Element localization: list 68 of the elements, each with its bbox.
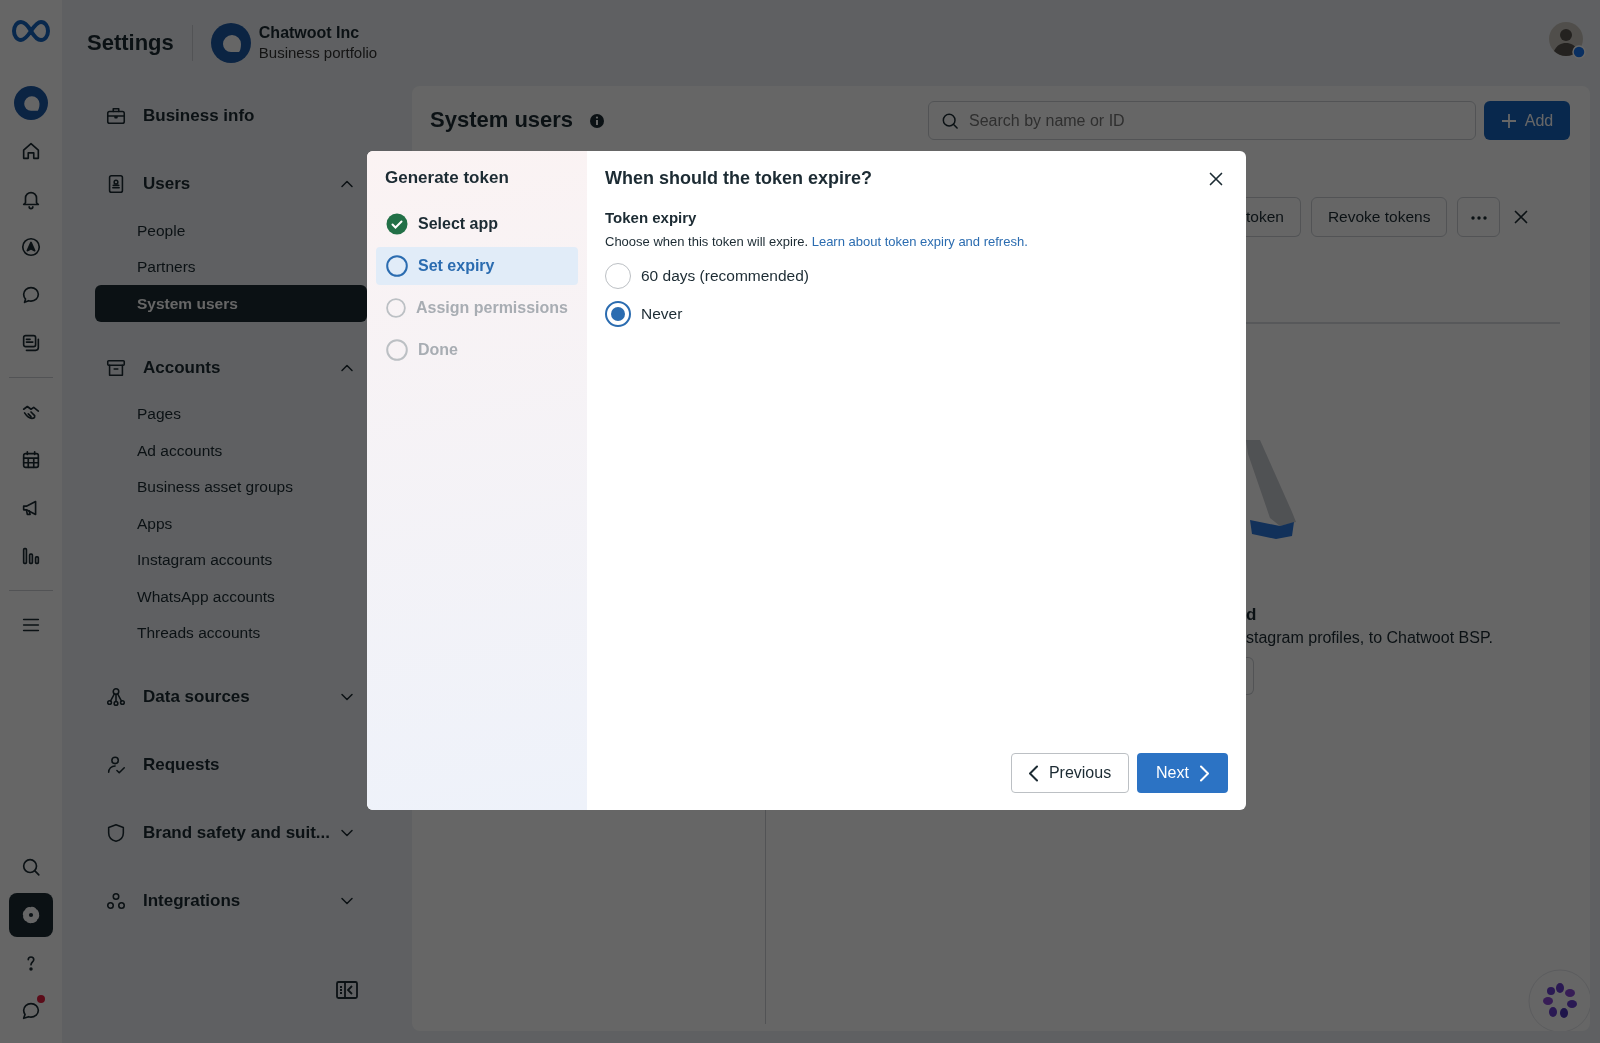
business-logo — [210, 23, 251, 63]
step-item[interactable]: Select app — [376, 205, 578, 243]
sidebar-section[interactable]: Requests — [95, 743, 367, 787]
business-name: Chatwoot Inc — [258, 23, 361, 43]
previous-button[interactable]: Previous — [1011, 753, 1129, 793]
field-description: Choose when this token will expire. Learn about token expiry and refresh. — [605, 232, 1029, 251]
sidebar-section[interactable]: Brand safety and suit... — [95, 811, 367, 855]
sidebar-item[interactable]: Instagram accounts — [95, 541, 367, 578]
option-label: Never — [641, 304, 683, 325]
step-item[interactable]: Done — [376, 331, 578, 369]
step-circle-icon — [386, 339, 408, 361]
settings-icon — [20, 904, 42, 926]
compass-icon — [20, 235, 42, 258]
chevron-right-icon — [1198, 764, 1209, 782]
section-title: System users — [430, 107, 574, 134]
step-item[interactable]: Set expiry — [376, 247, 578, 285]
empty-state-heading: d — [1246, 605, 1258, 625]
sidebar-item[interactable]: Threads accounts — [95, 614, 367, 651]
briefcase-icon — [105, 105, 127, 127]
person-check-icon — [105, 754, 127, 776]
check-circle-icon — [386, 213, 408, 235]
shield-icon — [105, 822, 127, 844]
dialog-heading: When should the token expire? — [605, 168, 873, 190]
sidebar-item[interactable]: People — [95, 212, 367, 249]
search-icon — [20, 856, 42, 878]
sidebar-section[interactable]: Data sources — [95, 675, 367, 719]
radio-button[interactable] — [605, 301, 631, 327]
business-subtitle: Business portfolio — [258, 43, 378, 63]
sidebar-section[interactable]: Users — [95, 162, 367, 206]
calendar-icon — [20, 448, 42, 471]
sidebar-item[interactable]: Partners — [95, 248, 367, 285]
sidebar-section[interactable]: Integrations — [95, 879, 367, 923]
assistant-button[interactable] — [1528, 969, 1590, 1031]
info-icon[interactable] — [589, 112, 606, 129]
radio-button[interactable] — [605, 263, 631, 289]
sidebar-item[interactable]: Ad accounts — [95, 432, 367, 469]
option-label: 60 days (recommended) — [641, 266, 809, 287]
next-button[interactable]: Next — [1137, 753, 1228, 793]
avatar[interactable] — [1548, 21, 1586, 59]
step-circle-icon — [386, 255, 408, 277]
revoke-tokens-button[interactable]: Revoke tokens — [1310, 197, 1448, 237]
token-button[interactable]: token — [1246, 197, 1301, 237]
more-icon — [1470, 216, 1487, 221]
more-button[interactable] — [1457, 197, 1501, 237]
dialog-title: Generate token — [384, 167, 510, 189]
chevron-left-icon — [1028, 764, 1039, 782]
infinity-logo — [11, 18, 51, 43]
nodes-icon — [105, 686, 127, 708]
collapse-sidebar-icon[interactable] — [335, 979, 359, 1000]
field-label: Token expiry — [605, 208, 698, 228]
search-icon — [940, 111, 960, 131]
sidebar-item[interactable]: Pages — [95, 395, 367, 432]
sidebar-item[interactable]: Business asset groups — [95, 468, 367, 505]
step-item[interactable]: Assign permissions — [376, 289, 578, 327]
step-circle-icon — [386, 297, 406, 319]
sidebar-item[interactable]: System users — [95, 285, 367, 322]
sidebar-item[interactable]: WhatsApp accounts — [95, 578, 367, 615]
page-title: Settings — [87, 29, 174, 57]
add-button[interactable]: Add — [1484, 101, 1570, 140]
speech-bubble-icon — [20, 1000, 42, 1022]
sidebar-section[interactable]: Accounts — [95, 345, 367, 390]
learn-more-link[interactable]: Learn about token expiry and refresh. — [811, 233, 1028, 249]
empty-state-text: stagram profiles, to Chatwoot BSP. — [1246, 628, 1493, 648]
sidebar-section[interactable]: Business info — [95, 94, 367, 138]
settings-button[interactable] — [9, 893, 53, 937]
sidebar-item[interactable]: Apps — [95, 505, 367, 542]
circles-icon — [105, 890, 127, 912]
plus-icon — [1500, 112, 1517, 129]
